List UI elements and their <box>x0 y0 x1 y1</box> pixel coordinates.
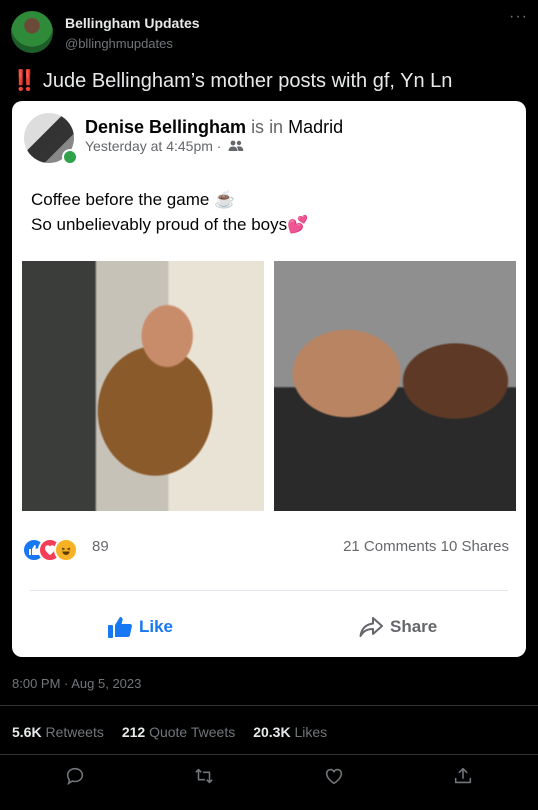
fb-time-text: Yesterday at 4:45pm · <box>85 138 222 154</box>
fb-share-button[interactable]: Share <box>358 615 437 639</box>
shares-count[interactable]: 10 Shares <box>441 538 509 555</box>
post-stats: 21 Comments 10 Shares <box>343 538 509 555</box>
display-name[interactable]: Bellingham Updates <box>65 15 200 31</box>
reply-icon[interactable] <box>64 765 86 787</box>
quote-tweets-label: Quote Tweets <box>149 724 236 740</box>
haha-reaction-icon <box>54 538 78 562</box>
facebook-post-screenshot[interactable]: Denise Bellingham is in Madrid Yesterday… <box>12 101 526 657</box>
fb-post-line-2: So unbelievably proud of the boys💕 <box>31 215 309 234</box>
retweets-stat[interactable]: 5.6K Retweets <box>12 724 104 740</box>
like-icon[interactable] <box>323 765 345 787</box>
fb-share-label: Share <box>390 617 438 636</box>
retweets-label: Retweets <box>45 724 104 740</box>
fb-post-time: Yesterday at 4:45pm · <box>85 138 244 154</box>
share-icon[interactable] <box>452 765 474 787</box>
fb-like-button[interactable]: Like <box>107 615 173 639</box>
fb-location: Madrid <box>288 117 344 137</box>
fb-post-text: Coffee before the game ☕ So unbelievably… <box>31 187 308 237</box>
profile-avatar[interactable] <box>11 11 53 53</box>
online-status-icon <box>62 149 78 165</box>
fb-author-name: Denise Bellingham <box>85 117 247 137</box>
fb-author-line: Denise Bellingham is in Madrid <box>85 117 343 138</box>
divider <box>0 705 538 706</box>
fb-photo-left[interactable] <box>22 261 264 511</box>
friends-audience-icon <box>228 140 244 151</box>
tweet-text-body: Jude Bellingham’s mother posts with gf, … <box>42 70 453 92</box>
reaction-count[interactable]: 89 <box>92 538 109 555</box>
divider <box>30 590 508 591</box>
thumbs-up-icon <box>108 617 132 638</box>
quote-tweets-stat[interactable]: 212 Quote Tweets <box>122 724 235 740</box>
divider <box>0 754 538 755</box>
fb-post-line-1: Coffee before the game ☕ <box>31 190 236 209</box>
tweet-timestamp[interactable]: 8:00 PM · Aug 5, 2023 <box>12 676 141 691</box>
retweet-icon[interactable] <box>193 765 215 787</box>
comments-count[interactable]: 21 Comments <box>343 538 436 555</box>
likes-stat[interactable]: 20.3K Likes <box>253 724 327 740</box>
retweets-count: 5.6K <box>12 724 42 740</box>
likes-label: Likes <box>294 724 328 740</box>
engagement-counts: 5.6K Retweets 212 Quote Tweets 20.3K Likes <box>12 724 327 740</box>
share-arrow-icon <box>359 617 383 637</box>
fb-photo-right[interactable] <box>274 261 516 511</box>
quote-tweets-count: 212 <box>121 724 146 740</box>
fb-is-in: is in <box>251 117 284 137</box>
user-handle[interactable]: @bllinghmupdates <box>65 36 173 51</box>
alert-icon: ‼️ <box>12 70 37 92</box>
tweet-text: ‼️ Jude Bellingham’s mother posts with gf… <box>12 68 452 93</box>
fb-like-label: Like <box>139 617 174 636</box>
likes-count: 20.3K <box>253 724 291 740</box>
more-options-icon[interactable]: ··· <box>509 8 528 26</box>
